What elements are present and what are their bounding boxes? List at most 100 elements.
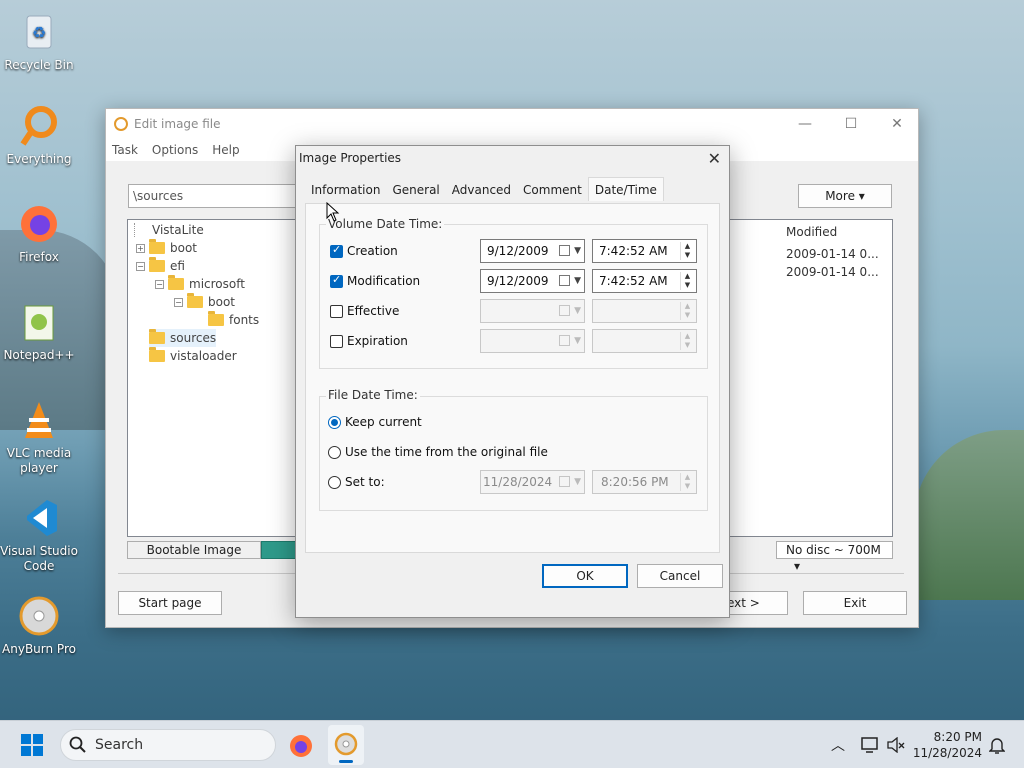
taskbar-search-box[interactable]: Search (60, 729, 276, 761)
expiration-date-picker: ▼ (480, 329, 585, 353)
recycle-bin-icon: ♻ (17, 10, 61, 54)
desktop-icon-notepadpp[interactable]: Notepad++ (0, 300, 78, 363)
app-icon (114, 117, 128, 131)
anyburn-taskbar-button[interactable] (328, 725, 364, 765)
chevron-down-icon: ▼ (574, 246, 581, 256)
dialog-close-icon[interactable]: ✕ (708, 149, 721, 168)
mouse-cursor-icon (326, 202, 340, 222)
tab-comment[interactable]: Comment (517, 179, 588, 201)
calendar-icon (559, 305, 570, 316)
path-field[interactable]: \sources (128, 184, 308, 208)
ok-button[interactable]: OK (542, 564, 628, 588)
menu-task[interactable]: Task (112, 143, 138, 157)
desktop-icon-vscode[interactable]: Visual Studio Code (0, 496, 78, 574)
network-icon[interactable] (861, 737, 879, 753)
tree-node-selected[interactable]: sources (149, 329, 217, 347)
desktop-icon-label: Visual Studio Code (0, 544, 78, 573)
tab-information[interactable]: Information (305, 179, 386, 201)
spinner-icon: ▲ ▼ (680, 242, 694, 260)
expiration-checkbox[interactable]: Expiration (330, 334, 408, 348)
tab-date-time[interactable]: Date/Time (587, 177, 664, 201)
clock-date: 11/28/2024 (912, 746, 982, 760)
tab-general[interactable]: General (386, 179, 445, 201)
checkbox-unchecked-icon (330, 334, 343, 348)
chevron-down-icon: ▼ (574, 336, 581, 346)
tree-node[interactable]: − boot (174, 293, 235, 311)
calendar-icon (559, 335, 570, 346)
wallpaper-hill-right (914, 430, 1024, 600)
spinner-icon: ▲ ▼ (680, 332, 694, 350)
effective-checkbox[interactable]: Effective (330, 304, 399, 318)
checkbox-unchecked-icon (330, 304, 343, 318)
desktop-icon-label: Notepad++ (3, 348, 75, 362)
windows-start-icon[interactable] (21, 734, 43, 756)
desktop-icon-firefox[interactable]: Firefox (0, 202, 78, 265)
capacity-bar-fill (261, 541, 297, 559)
bootable-image-button[interactable]: Bootable Image (127, 541, 261, 559)
close-button[interactable]: ✕ (874, 113, 920, 135)
set-to-radio[interactable]: Set to: (328, 475, 385, 489)
tree-node[interactable]: VistaLite (134, 221, 204, 239)
folder-icon (149, 329, 165, 344)
svg-text:♻: ♻ (32, 23, 46, 42)
desktop-icon-recycle-bin[interactable]: ♻ Recycle Bin (0, 10, 78, 73)
cancel-button[interactable]: Cancel (637, 564, 723, 588)
folder-icon (149, 347, 165, 362)
firefox-taskbar-icon[interactable] (289, 734, 313, 758)
radio-selected-icon (328, 415, 341, 429)
disc-size-select[interactable]: No disc ~ 700M ▾ (776, 541, 893, 573)
folder-icon (187, 293, 203, 308)
expiration-time-field: ▲ ▼ (592, 329, 697, 353)
more-button[interactable]: More ▾ (798, 184, 892, 208)
list-cell[interactable]: 2009-01-14 0... (786, 247, 879, 261)
tab-strip: Information General Advanced Comment Dat… (305, 177, 664, 201)
start-page-button[interactable]: Start page (118, 591, 222, 615)
tree-node[interactable]: fonts (208, 311, 259, 329)
exit-button[interactable]: Exit (803, 591, 907, 615)
volume-muted-icon[interactable] (887, 737, 905, 753)
tree-node[interactable]: − microsoft (155, 275, 245, 293)
calendar-icon (559, 476, 570, 487)
creation-time-field[interactable]: 7:42:52 AM ▲ ▼ (592, 239, 697, 263)
desktop-icon-label: Firefox (19, 250, 59, 264)
column-header-modified[interactable]: Modified (786, 225, 837, 239)
tree-node[interactable]: vistaloader (149, 347, 237, 365)
folder-icon (168, 275, 184, 290)
modification-date-picker[interactable]: 9/12/2009 ▼ (480, 269, 585, 293)
calendar-icon (559, 275, 570, 286)
desktop-icon-label: Recycle Bin (4, 58, 74, 72)
notification-bell-icon[interactable] (989, 736, 1005, 754)
creation-date-picker[interactable]: 9/12/2009 ▼ (480, 239, 585, 263)
anyburn-icon (17, 594, 61, 638)
clock[interactable]: 8:20 PM 11/28/2024 (912, 729, 982, 761)
desktop-icon-label: Everything (6, 152, 72, 166)
image-properties-dialog: Image Properties ✕ Information General A… (295, 145, 730, 618)
list-cell[interactable]: 2009-01-14 0... (786, 265, 879, 279)
vscode-icon (17, 496, 61, 540)
tree-node[interactable]: − efi (136, 257, 185, 275)
minimize-button[interactable]: — (782, 113, 828, 135)
desktop-icon-everything[interactable]: Everything (0, 104, 78, 167)
menu-help[interactable]: Help (212, 143, 239, 157)
spinner-icon: ▲ ▼ (680, 272, 694, 290)
desktop-icon-label: AnyBurn Pro (2, 642, 76, 656)
desktop-icon-anyburn[interactable]: AnyBurn Pro (0, 594, 78, 657)
folder-icon (149, 239, 165, 254)
everything-search-icon (17, 104, 61, 148)
desktop-icon-vlc[interactable]: VLC media player (0, 398, 78, 476)
creation-checkbox[interactable]: Creation (330, 243, 398, 258)
tree-node[interactable]: + boot (136, 239, 197, 257)
keep-current-radio[interactable]: Keep current (328, 415, 422, 429)
spinner-icon: ▲ ▼ (680, 473, 694, 491)
chevron-down-icon: ▼ (574, 477, 581, 487)
menu-options[interactable]: Options (152, 143, 198, 157)
chevron-up-icon[interactable]: ︿ (831, 735, 845, 755)
calendar-icon (559, 245, 570, 256)
set-to-time-field: 8:20:56 PM ▲ ▼ (592, 470, 697, 494)
maximize-button[interactable]: ☐ (828, 113, 874, 135)
original-time-radio[interactable]: Use the time from the original file (328, 445, 548, 459)
modification-time-field[interactable]: 7:42:52 AM ▲ ▼ (592, 269, 697, 293)
modification-checkbox[interactable]: Modification (330, 273, 420, 288)
chevron-down-icon: ▼ (574, 306, 581, 316)
tab-advanced[interactable]: Advanced (446, 179, 517, 201)
